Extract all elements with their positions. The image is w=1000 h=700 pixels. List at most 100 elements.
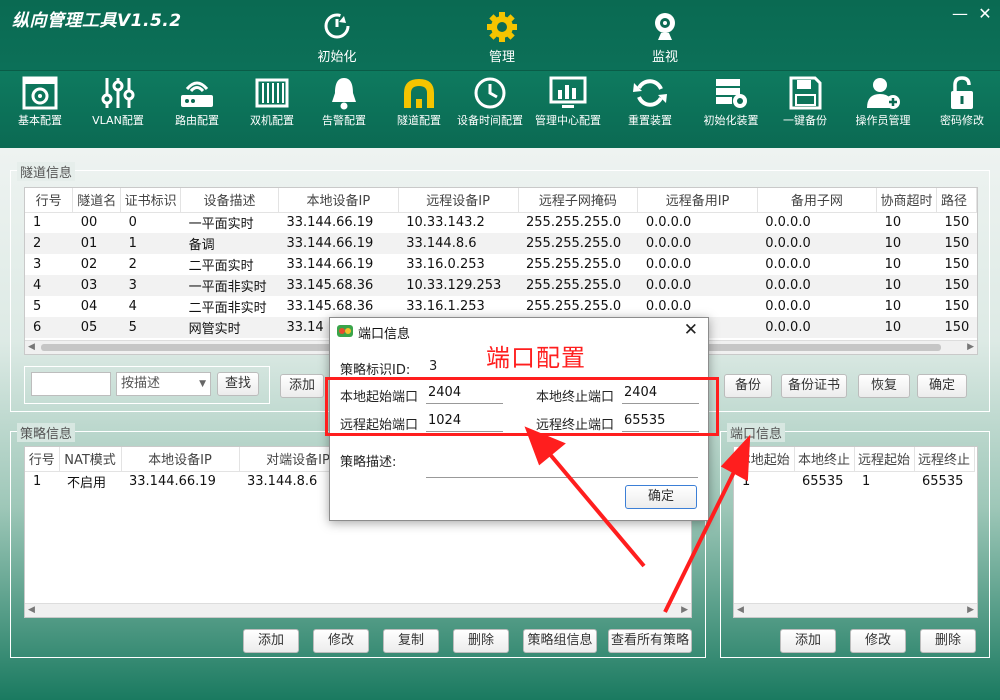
column-header[interactable]: 隧道名 — [72, 188, 122, 213]
column-header[interactable]: 本地设备IP — [121, 447, 240, 472]
tool-label: 设备时间配置 — [457, 114, 523, 127]
table-cell: 0.0.0.0 — [637, 233, 758, 254]
column-header[interactable]: 证书标识 — [120, 188, 182, 213]
column-header[interactable]: 本地起始 — [734, 447, 795, 472]
tool-label: 操作员管理 — [855, 114, 911, 127]
table-cell: 0.0.0.0 — [637, 275, 758, 296]
port-add-button[interactable]: 添加 — [780, 629, 836, 653]
tool-basic-config[interactable]: 基本配置 — [2, 75, 78, 128]
table-cell: 0.0.0.0 — [757, 317, 877, 338]
table-cell: 255.255.255.0 — [518, 233, 638, 254]
search-input[interactable] — [31, 372, 111, 396]
tunnel-add-button[interactable]: 添加 — [280, 374, 324, 398]
tool-vlan-config[interactable]: VLAN配置 — [80, 75, 156, 128]
policy-id-value: 3 — [429, 359, 438, 374]
port-edit-button[interactable]: 修改 — [850, 629, 906, 653]
restore-button[interactable]: 恢复 — [858, 374, 910, 398]
tunnel-row[interactable]: 3 02 2 二平面实时 33.144.66.19 33.16.0.253 255.255.… — [25, 254, 977, 275]
column-header[interactable]: 本地终止 — [794, 447, 855, 472]
port-delete-button[interactable]: 删除 — [920, 629, 976, 653]
tunnel-row[interactable]: 2 01 1 备调 33.144.66.19 33.144.8.6 255.255.255.… — [25, 233, 977, 254]
column-header[interactable]: 远程设备IP — [398, 188, 519, 213]
table-cell: 10.33.129.253 — [398, 275, 519, 296]
scroll-left-icon[interactable]: ◀ — [28, 342, 35, 352]
policy-add-button[interactable]: 添加 — [243, 629, 299, 653]
port-hscrollbar[interactable]: ◀ ▶ — [734, 603, 977, 617]
column-header[interactable]: 远程起始 — [854, 447, 915, 472]
column-header[interactable]: 路径 — [936, 188, 977, 213]
policy-desc-input[interactable] — [426, 440, 698, 478]
table-cell: 33.144.66.19 — [286, 257, 374, 272]
tool-route-config[interactable]: 路由配置 — [159, 75, 235, 128]
tool-one-key-backup[interactable]: 一键备份 — [767, 75, 843, 128]
column-header[interactable]: NAT模式 — [59, 447, 122, 472]
scroll-left-icon[interactable]: ◀ — [737, 605, 744, 615]
table-cell: 2 — [25, 233, 73, 254]
tool-tunnel-config[interactable]: 隧道配置 — [381, 75, 457, 128]
tool-reset-device[interactable]: 重置装置 — [612, 75, 688, 128]
column-header[interactable]: 远程终止 — [914, 447, 975, 472]
nav-monitor-label: 监视 — [651, 50, 678, 65]
minimize-button[interactable]: — — [950, 4, 970, 23]
tunnel-row[interactable]: 1 00 0 一平面实时 33.144.66.19 10.33.143.2 255.255.… — [25, 212, 977, 233]
tool-alarm-config[interactable]: 告警配置 — [306, 75, 382, 128]
scroll-right-icon[interactable]: ▶ — [681, 605, 688, 615]
backup-button[interactable]: 备份 — [724, 374, 772, 398]
port-row[interactable]: 1 65535 1 65535 — [734, 471, 974, 492]
view-all-policies-button[interactable]: 查看所有策略 — [608, 629, 692, 653]
policy-hscrollbar[interactable]: ◀ ▶ — [25, 603, 691, 617]
table-cell: 0.0.0.0 — [765, 299, 811, 314]
table-cell: 04 — [80, 299, 98, 314]
dialog-close-button[interactable]: ✕ — [684, 320, 698, 340]
policy-group-info-button[interactable]: 策略组信息 — [523, 629, 597, 653]
server-gear-icon — [711, 75, 751, 111]
column-header[interactable]: 协商超时 — [876, 188, 937, 213]
column-header[interactable]: 行号 — [25, 447, 60, 472]
dialog-ok-button[interactable]: 确定 — [625, 485, 697, 509]
column-header[interactable]: 行号 — [25, 188, 74, 213]
table-cell: 150 — [944, 215, 970, 231]
nav-manage[interactable]: 管理 — [457, 10, 547, 65]
filter-select[interactable]: 按描述 ▼ — [116, 372, 211, 396]
table-cell: 0.0.0.0 — [765, 215, 811, 231]
nav-monitor[interactable]: 监视 — [620, 10, 710, 65]
column-header[interactable]: 设备描述 — [180, 188, 279, 213]
tunnel-ok-button[interactable]: 确定 — [917, 374, 967, 398]
column-header[interactable]: 远程子网掩码 — [518, 188, 639, 213]
tool-password-change[interactable]: 密码修改 — [924, 75, 1000, 128]
scroll-right-icon[interactable]: ▶ — [967, 342, 974, 352]
backup-cert-button[interactable]: 备份证书 — [781, 374, 847, 398]
table-cell: 255.255.255.0 — [518, 275, 638, 296]
table-cell: 不启用 — [67, 476, 107, 492]
table-cell: 255.255.255.0 — [526, 299, 622, 314]
search-button[interactable]: 查找 — [217, 372, 259, 396]
app-logo-icon — [336, 323, 354, 343]
tool-dual-config[interactable]: 双机配置 — [234, 75, 310, 128]
nav-init[interactable]: 初始化 — [292, 10, 382, 65]
policy-header-row: 行号 NAT模式 本地设备IP 对端设备IP — [25, 447, 358, 472]
policy-edit-button[interactable]: 修改 — [313, 629, 369, 653]
router-icon — [177, 75, 217, 111]
port-table: 本地起始 本地终止 远程起始 远程终止 1 65535 1 65535 ◀ ▶ — [733, 446, 978, 618]
tunnel-table-grid: 行号 隧道名 证书标识 设备描述 本地设备IP 远程设备IP 远程子网掩码 远程… — [25, 188, 977, 338]
policy-row[interactable]: 1 不启用 33.144.66.19 33.144.8.6 — [25, 471, 357, 492]
policy-delete-button[interactable]: 删除 — [453, 629, 509, 653]
table-cell: 255.255.255.0 — [526, 257, 622, 272]
tunnel-row[interactable]: 5 04 4 二平面非实时 33.145.68.36 33.16.1.253 255.255… — [25, 296, 977, 317]
chevron-down-icon: ▼ — [199, 379, 206, 389]
close-button[interactable]: ✕ — [975, 4, 995, 23]
tool-operator-management[interactable]: 操作员管理 — [845, 75, 921, 128]
scroll-right-icon[interactable]: ▶ — [967, 605, 974, 615]
scroll-left-icon[interactable]: ◀ — [28, 605, 35, 615]
tool-init-device[interactable]: 初始化装置 — [693, 75, 769, 128]
column-header[interactable]: 本地设备IP — [278, 188, 399, 213]
tool-center-config[interactable]: 管理中心配置 — [530, 75, 606, 128]
tunnel-row[interactable]: 4 03 3 一平面非实时 33.145.68.36 10.33.129.253 255.2… — [25, 275, 977, 296]
column-header[interactable]: 远程备用IP — [637, 188, 758, 213]
table-cell: 一平面实时 — [188, 217, 254, 233]
policy-copy-button[interactable]: 复制 — [383, 629, 439, 653]
table-cell: 150 — [936, 317, 977, 338]
tool-device-time-config[interactable]: 设备时间配置 — [452, 75, 528, 128]
table-cell: 0.0.0.0 — [645, 299, 692, 314]
column-header[interactable]: 备用子网 — [757, 188, 878, 213]
